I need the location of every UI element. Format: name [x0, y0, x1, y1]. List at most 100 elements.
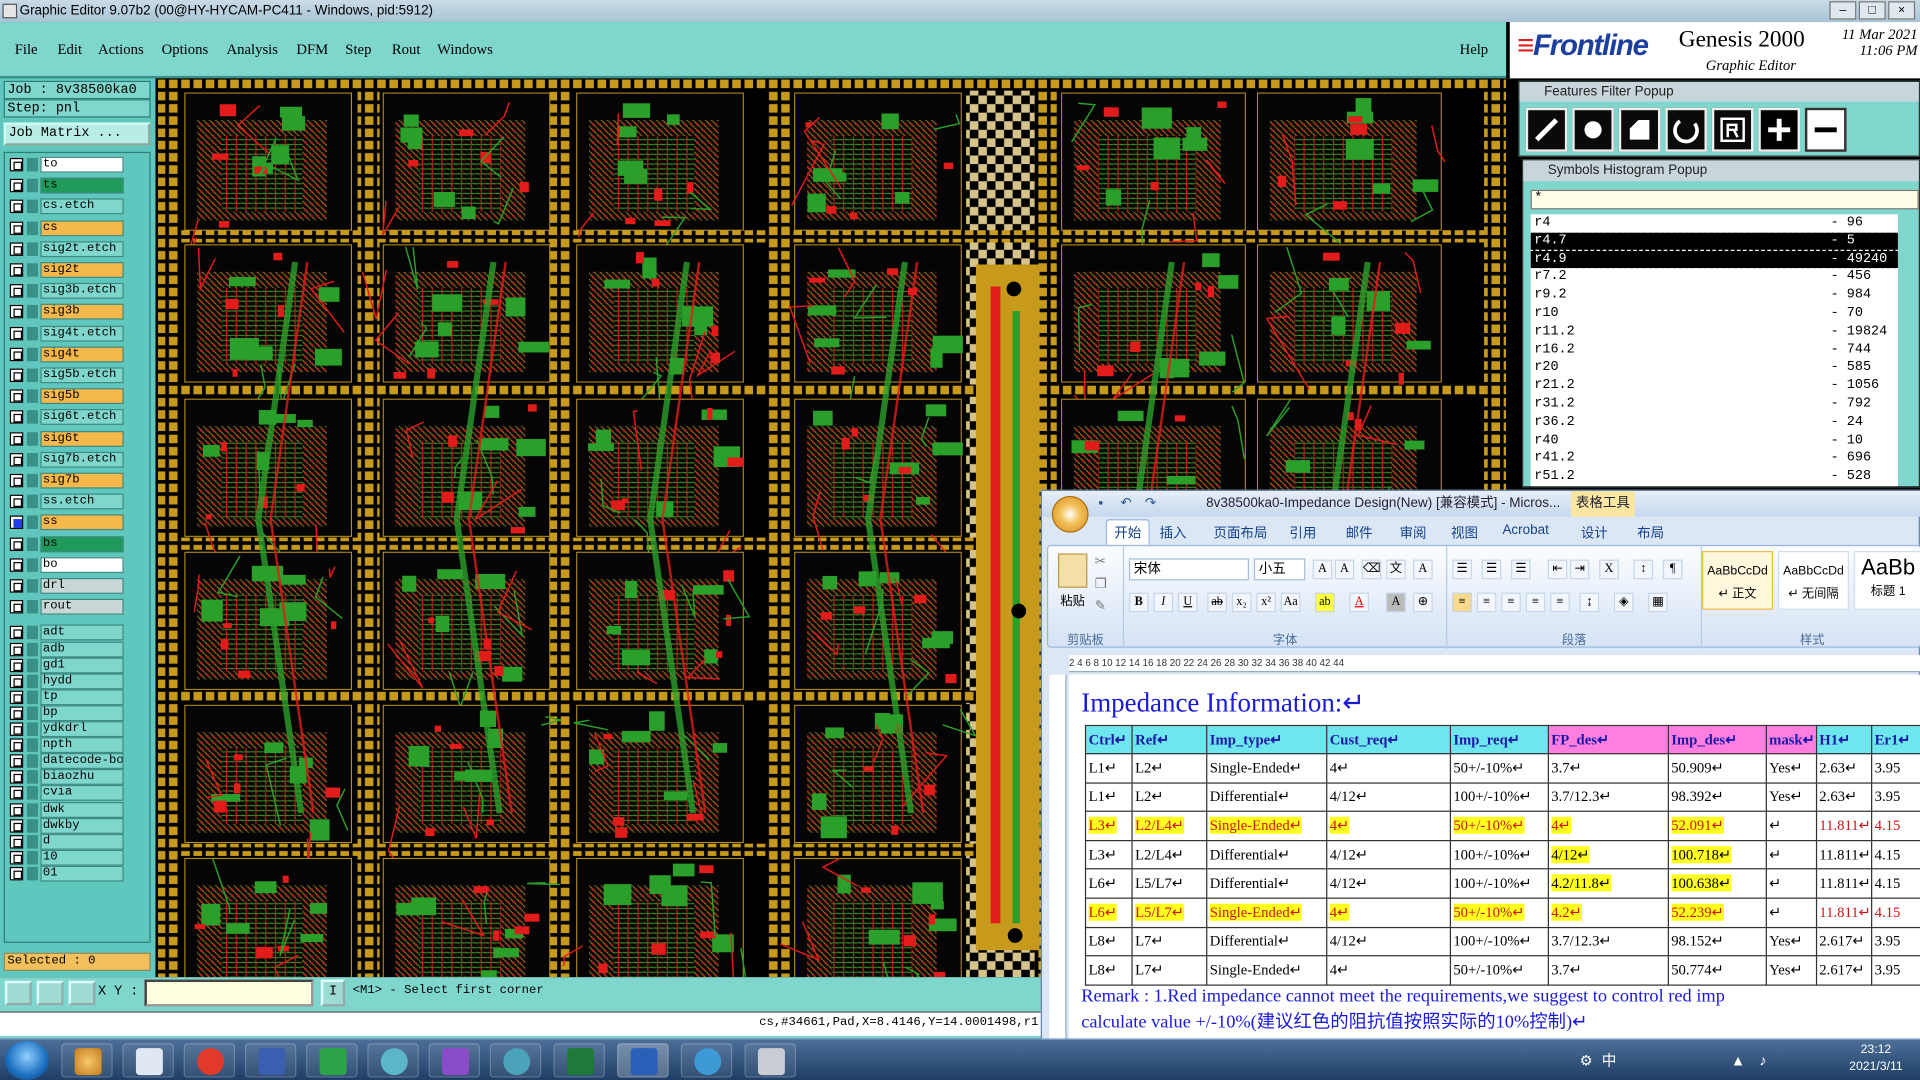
layer-checkbox[interactable]	[9, 722, 24, 736]
layer-row[interactable]: sig6t	[7, 430, 148, 447]
histogram-row[interactable]: r40 - 10	[1531, 432, 1898, 450]
layer-checkbox[interactable]	[9, 658, 24, 672]
table-cell[interactable]: L1↵	[1084, 753, 1133, 784]
layer-checkbox[interactable]	[9, 494, 24, 509]
layer-row[interactable]: rout	[7, 599, 148, 615]
layer-checkbox[interactable]	[9, 305, 24, 319]
document-page[interactable]: Impedance Information:↵ Ctrl↵ Ref↵ Imp_typ…	[1068, 674, 1920, 1043]
layer-row[interactable]: drl	[7, 577, 148, 594]
table-cell[interactable]: 4/12↵	[1326, 781, 1451, 813]
table-cell[interactable]: Single-Ended↵	[1206, 753, 1328, 784]
layer-name[interactable]: rout	[40, 599, 124, 615]
table-cell[interactable]: L2/L4↵	[1131, 839, 1208, 870]
menu-actions[interactable]: Actions	[98, 40, 144, 58]
layer-row[interactable]: sig5b.etch	[7, 367, 148, 384]
close-button[interactable]: ×	[1888, 1, 1916, 20]
layer-checkbox[interactable]	[9, 410, 24, 425]
menu-options[interactable]: Options	[162, 40, 209, 58]
layer-row[interactable]: biaozhu	[7, 769, 148, 786]
change-case-button[interactable]: Aa	[1280, 592, 1301, 613]
layer-checkbox[interactable]	[9, 452, 24, 467]
table-cell[interactable]: Single-Ended↵	[1206, 897, 1328, 928]
zoom-tool-button[interactable]	[4, 980, 32, 1006]
layer-row[interactable]: 01	[7, 865, 148, 882]
snap-tool-button[interactable]	[68, 980, 96, 1006]
tray-volume-icon[interactable]: ♪	[1759, 1052, 1766, 1069]
layer-name[interactable]: cs	[40, 219, 124, 236]
undo-icon[interactable]: ↶	[1120, 491, 1131, 517]
layer-row[interactable]: datecode-bo	[7, 753, 148, 770]
table-cell[interactable]: L5/L7↵	[1131, 868, 1208, 899]
tray-network-icon[interactable]: ▲	[1731, 1052, 1746, 1069]
superscript-button[interactable]: x²	[1256, 592, 1276, 613]
table-cell[interactable]: 11.811↵	[1815, 897, 1873, 928]
table-cell[interactable]: 4.2/11.8↵	[1547, 868, 1669, 899]
layer-name[interactable]: bs	[40, 535, 124, 552]
menu-analysis[interactable]: Analysis	[227, 40, 278, 58]
vertical-ruler[interactable]	[1049, 674, 1067, 1043]
taskbar-app-messenger[interactable]	[680, 1043, 733, 1078]
table-cell[interactable]: 4/12↵	[1547, 839, 1669, 870]
taskbar-app-eye[interactable]	[367, 1043, 419, 1078]
layer-checkbox[interactable]	[9, 242, 24, 256]
font-color-button[interactable]: A	[1349, 592, 1369, 613]
layer-checkbox[interactable]	[9, 738, 24, 752]
ribbon-tab[interactable]: 布局	[1637, 523, 1664, 543]
table-cell[interactable]: L6↵	[1084, 897, 1133, 928]
table-cell[interactable]: 3.95	[1870, 781, 1920, 813]
table-cell[interactable]: ↵	[1765, 810, 1817, 841]
table-cell[interactable]: 50.909↵	[1667, 753, 1767, 784]
layer-name[interactable]: tp	[40, 689, 124, 706]
layer-name[interactable]: sig4t	[40, 346, 124, 363]
table-cell[interactable]: L6↵	[1084, 868, 1133, 899]
layer-checkbox[interactable]	[9, 818, 24, 833]
text-filter-button[interactable]	[1711, 107, 1754, 152]
style-heading-1[interactable]: AaBb 标题 1	[1853, 551, 1920, 610]
ribbon-tab[interactable]: 页面布局	[1213, 523, 1267, 543]
table-cell[interactable]: 3.7/12.3↵	[1547, 926, 1669, 957]
table-cell[interactable]: 4.15	[1870, 868, 1920, 899]
taskbar-app-x[interactable]	[428, 1043, 481, 1078]
ribbon-tab[interactable]: 设计	[1581, 523, 1608, 543]
table-cell[interactable]: 2.617↵	[1815, 926, 1873, 957]
subscript-button[interactable]: x₂	[1231, 592, 1252, 613]
table-cell[interactable]: 2.617↵	[1815, 955, 1873, 986]
layer-checkbox[interactable]	[9, 600, 24, 614]
taskbar-app-calculator[interactable]	[744, 1043, 796, 1078]
ribbon-tab[interactable]: 审阅	[1400, 523, 1427, 543]
xy-input[interactable]	[144, 979, 314, 1007]
histogram-row[interactable]: r41.2 - 696	[1531, 450, 1898, 468]
layer-checkbox[interactable]	[9, 179, 24, 193]
menu-step[interactable]: Step	[345, 40, 371, 58]
layer-name[interactable]: to	[40, 156, 124, 173]
table-cell[interactable]: 4.2↵	[1547, 897, 1669, 928]
underline-button[interactable]: U	[1177, 592, 1198, 613]
layer-checkbox[interactable]	[9, 431, 24, 446]
layer-row[interactable]: npth	[7, 737, 148, 754]
taskbar-app-shell[interactable]	[61, 1043, 113, 1078]
table-cell[interactable]: 4↵	[1547, 810, 1669, 841]
table-cell[interactable]: L5/L7↵	[1131, 897, 1208, 928]
table-cell[interactable]: Differential↵	[1206, 868, 1328, 899]
layer-name[interactable]: sig2t.etch	[40, 240, 124, 257]
ribbon-tab[interactable]: 视图	[1451, 523, 1478, 543]
paste-icon[interactable]	[1057, 553, 1088, 588]
menu-file[interactable]: File	[15, 40, 38, 58]
table-cell[interactable]: 3.95	[1870, 955, 1920, 986]
minimize-button[interactable]: –	[1829, 1, 1857, 20]
histogram-row[interactable]: r11.2 - 19824	[1531, 323, 1898, 341]
layer-row[interactable]: adb	[7, 641, 148, 657]
taskbar-app-genesis[interactable]	[306, 1043, 358, 1078]
layer-name[interactable]: cs.etch	[40, 198, 124, 215]
negative-filter-button[interactable]	[1804, 107, 1847, 152]
table-cell[interactable]: 50+/-10%↵	[1449, 753, 1549, 784]
save-icon[interactable]: ▪	[1098, 491, 1115, 517]
layer-checkbox[interactable]	[9, 326, 24, 340]
table-cell[interactable]: Yes↵	[1765, 781, 1817, 813]
table-cell[interactable]: ↵	[1765, 868, 1817, 899]
layer-checkbox[interactable]	[9, 515, 24, 530]
table-cell[interactable]: 98.152↵	[1667, 926, 1767, 957]
histogram-row[interactable]: r16.2 - 744	[1531, 341, 1898, 359]
layer-row[interactable]: ss.etch	[7, 493, 148, 510]
table-cell[interactable]: 4↵	[1326, 955, 1451, 986]
